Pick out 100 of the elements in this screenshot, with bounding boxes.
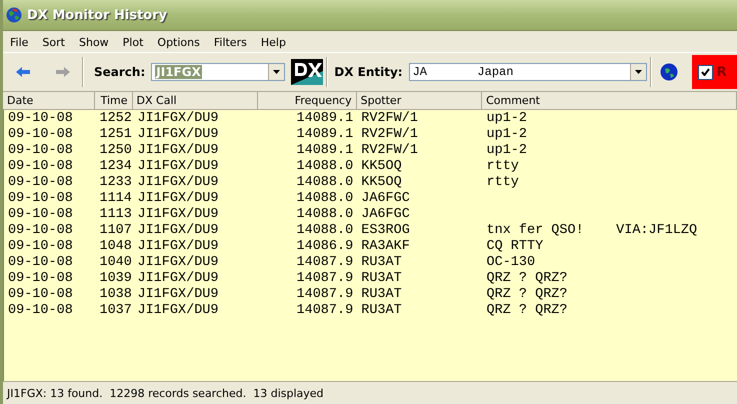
table-cell: 14087.9: [296, 287, 354, 302]
table-cell: 1251: [99, 127, 132, 142]
dx-entity-field[interactable]: JA Japan: [408, 63, 647, 81]
table-cell: 1037: [99, 303, 132, 318]
column-header[interactable]: Spotter: [356, 92, 482, 109]
table-cell: 09-10-08: [8, 143, 73, 158]
table-cell: tnx fer QSO! VIA:JF1LZQ: [486, 223, 698, 238]
table-cell: 1107: [99, 223, 132, 238]
table-cell: 1250: [99, 143, 132, 158]
table-cell: 1113: [99, 207, 132, 222]
menu-item[interactable]: Sort: [35, 36, 72, 48]
table-cell: 14088.0: [296, 207, 354, 222]
table-cell: up1-2: [486, 111, 528, 126]
globe-icon[interactable]: [660, 63, 678, 81]
table-cell: up1-2: [486, 127, 528, 142]
table-cell: 14089.1: [296, 127, 354, 142]
table-cell: RV2FW/1: [361, 111, 418, 126]
table-cell: ES3ROG: [361, 223, 410, 238]
table-cell: RV2FW/1: [361, 143, 418, 158]
table-cell: QRZ ? QRZ?: [486, 287, 568, 302]
table-cell: JA6FGC: [361, 191, 410, 206]
table-cell: 14088.0: [296, 175, 354, 190]
table-cell: JI1FGX/DU9: [137, 127, 218, 142]
table-cell: 14089.1: [296, 143, 354, 158]
filter-checkbox[interactable]: [698, 64, 713, 80]
table-cell: JI1FGX/DU9: [137, 191, 218, 206]
menu-item[interactable]: Help: [254, 36, 293, 48]
table-cell: CQ RTTY: [486, 239, 544, 254]
table-cell: 09-10-08: [8, 255, 73, 270]
table-cell: QRZ ? QRZ?: [486, 303, 568, 318]
table-cell: JI1FGX/DU9: [137, 303, 218, 318]
menu-item[interactable]: Filters: [206, 36, 254, 48]
back-arrow-icon[interactable]: [16, 67, 30, 77]
globe-icon: [6, 7, 22, 23]
table-cell: 09-10-08: [8, 287, 73, 302]
table-cell: 1233: [99, 175, 132, 190]
table-cell: JI1FGX/DU9: [137, 239, 218, 254]
filter-label: R: [716, 64, 727, 80]
table-cell: 09-10-08: [8, 191, 73, 206]
table-cell: RU3AT: [361, 255, 402, 270]
table-cell: JI1FGX/DU9: [137, 223, 218, 238]
table-cell: 14088.0: [296, 223, 354, 238]
table-cell: JI1FGX/DU9: [137, 143, 218, 158]
table-cell: RA3AKF: [361, 239, 410, 254]
table-cell: JI1FGX/DU9: [137, 271, 218, 286]
table-cell: RV2FW/1: [361, 127, 418, 142]
table-cell: up1-2: [486, 143, 528, 158]
menu-item[interactable]: File: [3, 36, 36, 48]
column-header[interactable]: DX Call: [132, 92, 258, 109]
table-cell: QRZ ? QRZ?: [486, 271, 568, 286]
table-cell: 14087.9: [296, 255, 354, 270]
table-cell: RU3AT: [361, 287, 402, 302]
column-header[interactable]: Time: [94, 92, 133, 109]
column-header[interactable]: Frequency: [258, 92, 357, 109]
window-title: DX Monitor History: [27, 8, 168, 22]
table-cell: 1252: [99, 111, 132, 126]
table-cell: 09-10-08: [8, 223, 73, 238]
table-cell: 1039: [99, 271, 132, 286]
column-header[interactable]: Comment: [482, 92, 737, 109]
table-cell: JI1FGX/DU9: [137, 207, 218, 222]
table-cell: RU3AT: [361, 303, 402, 318]
dx-logo-icon[interactable]: [291, 59, 324, 85]
table-cell: 09-10-08: [8, 159, 73, 174]
table-cell: rtty: [486, 175, 519, 190]
table-cell: 09-10-08: [8, 175, 73, 190]
table-cell: 09-10-08: [8, 207, 73, 222]
menu-item[interactable]: Options: [150, 36, 207, 48]
table-cell: JA6FGC: [361, 207, 410, 222]
status-text: JI1FGX: 13 found. 12298 records searched. 13 displayed: [7, 386, 324, 400]
caret-icon[interactable]: [273, 70, 280, 74]
menu-item[interactable]: Plot: [116, 36, 150, 48]
table-cell: JI1FGX/DU9: [137, 111, 218, 126]
table-cell: JI1FGX/DU9: [137, 175, 218, 190]
table-cell: 09-10-08: [8, 271, 73, 286]
table-cell: JI1FGX/DU9: [137, 159, 218, 174]
table-cell: OC-130: [486, 255, 536, 270]
table-cell: 14089.1: [296, 111, 354, 126]
table-cell: 14086.9: [296, 239, 354, 254]
table-cell: 1114: [99, 191, 132, 206]
table-cell: JI1FGX/DU9: [137, 255, 218, 270]
caret-icon[interactable]: [634, 70, 642, 74]
table-cell: 1234: [99, 159, 132, 174]
table-cell: 1038: [99, 287, 132, 302]
table-cell: 09-10-08: [8, 239, 73, 254]
check-icon: [700, 68, 710, 76]
table-cell: JI1FGX/DU9: [137, 287, 218, 302]
table-cell: 09-10-08: [8, 111, 73, 126]
table-cell: 1048: [99, 239, 132, 254]
table-cell: 09-10-08: [8, 303, 73, 318]
table-cell: 1040: [99, 255, 132, 270]
menu-item[interactable]: Show: [72, 36, 116, 48]
table-cell: 09-10-08: [8, 127, 73, 142]
table-cell: 14088.0: [296, 191, 354, 206]
table-cell: RU3AT: [361, 271, 402, 286]
table-cell: rtty: [486, 159, 519, 174]
table-cell: 14087.9: [296, 271, 354, 286]
column-header[interactable]: Date: [3, 92, 95, 109]
table-cell: KK5OQ: [361, 159, 402, 174]
search-label: Search:: [94, 65, 146, 79]
table-cell: 14087.9: [296, 303, 354, 318]
